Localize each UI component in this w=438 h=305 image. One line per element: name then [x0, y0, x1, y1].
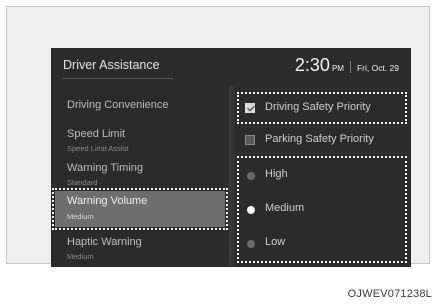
screen-title: Driver Assistance [63, 58, 160, 72]
clock-time: 2:30 [294, 55, 330, 75]
menu-item-value: Standard [67, 178, 98, 187]
option-label: Low [265, 236, 286, 248]
title-underline [63, 78, 173, 79]
infotainment-screen: Driver Assistance 2:30 PM Fri, Oct. 29 Dri… [51, 48, 411, 267]
parking-safety-priority-option[interactable]: Parking Safety Priority [239, 128, 405, 152]
menu-item-speed-limit[interactable]: Speed Limit Speed Limit Assist [57, 128, 225, 158]
menu-item-driving-convenience[interactable]: Driving Convenience [57, 94, 225, 118]
volume-option-high[interactable]: High [239, 164, 405, 188]
settings-menu: Driving Convenience Speed Limit Speed Li… [51, 86, 229, 267]
clock: 2:30 PM Fri, Oct. 29 [295, 55, 399, 76]
menu-item-warning-volume[interactable]: Warning Volume Medium [52, 188, 228, 230]
option-label: Driving Safety Priority [265, 101, 371, 113]
menu-item-label: Haptic Warning [67, 236, 142, 248]
volume-option-low[interactable]: Low [239, 232, 405, 256]
volume-option-medium[interactable]: Medium [239, 198, 405, 222]
menu-item-label: Warning Timing [67, 162, 144, 174]
menu-item-label: Warning Volume [67, 195, 148, 207]
menu-item-value: Medium [67, 212, 94, 221]
figure-frame: Driver Assistance 2:30 PM Fri, Oct. 29 Dri… [6, 6, 430, 267]
checkbox-unchecked-icon[interactable] [245, 135, 255, 145]
option-label: Medium [265, 202, 305, 214]
radio-unselected-icon[interactable] [247, 172, 255, 180]
option-label: High [265, 168, 288, 180]
menu-item-value: Medium [67, 252, 94, 261]
clock-separator [349, 60, 351, 73]
radio-selected-icon[interactable] [247, 206, 255, 214]
radio-unselected-icon[interactable] [247, 240, 255, 248]
menu-item-label: Driving Convenience [67, 99, 169, 111]
menu-item-haptic-warning[interactable]: Haptic Warning Medium [57, 236, 225, 266]
option-label: Parking Safety Priority [265, 133, 374, 145]
figure-code: OJWEV071238L [347, 288, 432, 300]
menu-item-label: Speed Limit [67, 128, 126, 140]
clock-ampm: PM [331, 64, 344, 73]
menu-item-warning-timing[interactable]: Warning Timing Standard [57, 162, 225, 192]
menu-item-value: Speed Limit Assist [67, 144, 129, 153]
clock-date: Fri, Oct. 29 [356, 63, 399, 73]
checkbox-checked-icon[interactable] [245, 103, 255, 113]
panel-divider [229, 86, 237, 267]
driving-safety-priority-option[interactable]: Driving Safety Priority [237, 92, 407, 124]
warning-volume-radio-group: High Medium Low [237, 156, 407, 263]
